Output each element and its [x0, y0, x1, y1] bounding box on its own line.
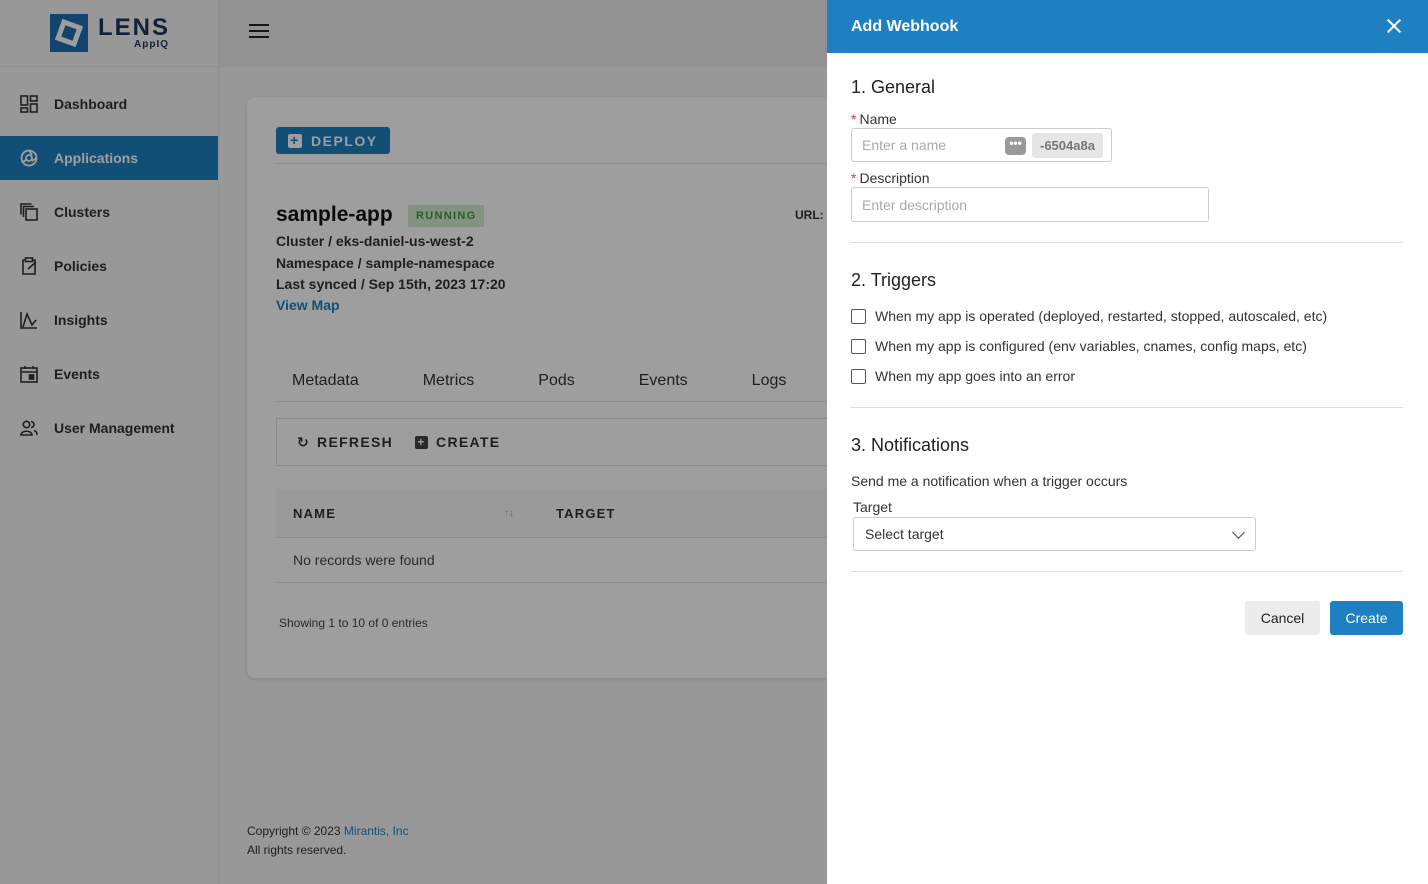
drawer-title: Add Webhook: [851, 17, 959, 35]
description-label: * Description: [851, 170, 930, 186]
checkbox[interactable]: [851, 368, 866, 384]
target-select[interactable]: Select target: [853, 517, 1256, 551]
trigger-label: When my app goes into an error: [875, 368, 1075, 384]
close-icon[interactable]: [1386, 18, 1402, 34]
trigger-label: When my app is operated (deployed, resta…: [875, 308, 1328, 324]
more-icon[interactable]: •••: [1005, 137, 1026, 155]
general-section-title: 1. General: [851, 77, 936, 97]
divider: [851, 407, 1403, 408]
triggers-section-title: 2. Triggers: [851, 270, 937, 290]
name-suffix: -6504a8a: [1032, 133, 1103, 158]
drawer-header: Add Webhook: [827, 0, 1428, 53]
create-webhook-button[interactable]: Create: [1330, 601, 1403, 635]
name-label: * Name: [851, 111, 897, 127]
checkbox[interactable]: [851, 338, 866, 354]
add-webhook-drawer: Add Webhook 1. General *Name ••• -6504a8…: [827, 0, 1428, 884]
trigger-operated-checkbox[interactable]: When my app is operated (deployed, resta…: [851, 308, 1327, 324]
name-field: ••• -6504a8a: [851, 128, 1112, 162]
divider: [851, 571, 1403, 572]
notifications-section-title: 3. Notifications: [851, 435, 970, 455]
chevron-down-icon: [1232, 526, 1245, 539]
trigger-error-checkbox[interactable]: When my app goes into an error: [851, 368, 1075, 384]
name-input[interactable]: [852, 130, 1002, 160]
divider: [851, 242, 1403, 243]
target-select-value: Select target: [865, 526, 944, 542]
checkbox[interactable]: [851, 308, 866, 324]
cancel-button[interactable]: Cancel: [1245, 601, 1320, 635]
trigger-configured-checkbox[interactable]: When my app is configured (env variables…: [851, 338, 1307, 354]
trigger-label: When my app is configured (env variables…: [875, 338, 1307, 354]
target-label: Target: [853, 499, 892, 515]
notification-description: Send me a notification when a trigger oc…: [851, 473, 1128, 489]
description-input[interactable]: [851, 187, 1209, 222]
